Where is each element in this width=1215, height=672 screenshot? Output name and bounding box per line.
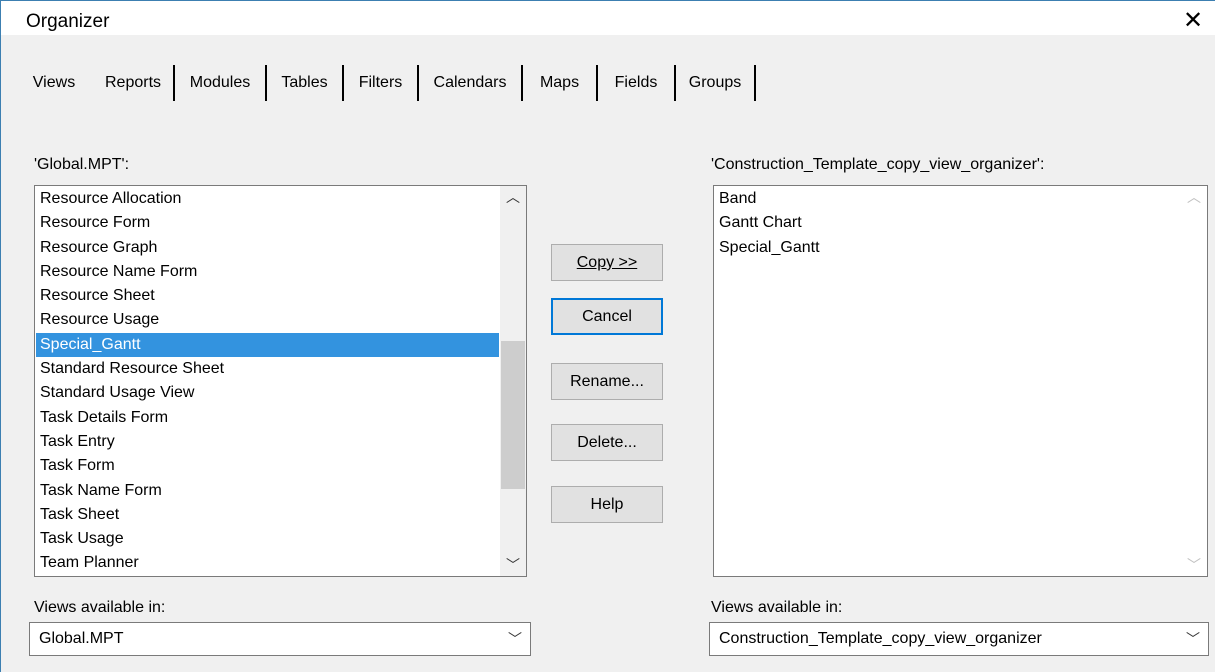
dialog-title: Organizer bbox=[26, 11, 110, 32]
organizer-dialog: Organizer ✕ Views Reports Modules Tables… bbox=[0, 0, 1215, 672]
list-item[interactable]: Task Form bbox=[36, 454, 499, 478]
list-item[interactable]: Task Usage bbox=[36, 527, 499, 551]
list-item[interactable]: Band bbox=[715, 187, 1180, 211]
list-item[interactable]: Task Name Form bbox=[36, 479, 499, 503]
cancel-button[interactable]: Cancel bbox=[551, 298, 663, 335]
chevron-down-icon[interactable]: ﹀ bbox=[1186, 623, 1200, 655]
left-available-value: Global.MPT bbox=[39, 630, 124, 647]
help-button[interactable]: Help bbox=[551, 486, 663, 523]
right-views-list[interactable]: Band Gantt Chart Special_Gantt ︿ ﹀ bbox=[713, 185, 1208, 577]
list-item[interactable]: Special_Gantt bbox=[715, 236, 1180, 260]
delete-button[interactable]: Delete... bbox=[551, 424, 663, 461]
left-list-label: 'Global.MPT': bbox=[34, 156, 130, 173]
chevron-up-icon: ︿ bbox=[1187, 189, 1201, 205]
list-item-selected[interactable]: Special_Gantt bbox=[36, 332, 499, 358]
list-item[interactable]: Resource Sheet bbox=[36, 284, 499, 308]
tab-fields[interactable]: Fields bbox=[598, 65, 676, 101]
list-item[interactable]: Resource Graph bbox=[36, 236, 499, 260]
list-item[interactable]: Resource Form bbox=[36, 211, 499, 235]
tab-filters[interactable]: Filters bbox=[344, 65, 419, 101]
chevron-down-icon: ﹀ bbox=[1187, 557, 1201, 573]
right-views-available-select[interactable]: Construction_Template_copy_view_organize… bbox=[709, 622, 1209, 656]
list-item[interactable]: Standard Resource Sheet bbox=[36, 357, 499, 381]
right-list-items: Band Gantt Chart Special_Gantt bbox=[715, 187, 1180, 260]
list-item[interactable]: Task Entry bbox=[36, 430, 499, 454]
close-icon[interactable]: ✕ bbox=[1179, 6, 1207, 35]
left-available-label: Views available in: bbox=[34, 599, 166, 616]
chevron-down-icon[interactable]: ﹀ bbox=[500, 554, 526, 576]
copy-button-label: Copy >> bbox=[576, 254, 638, 271]
right-list-label: 'Construction_Template_copy_view_organiz… bbox=[711, 156, 1045, 173]
right-available-label: Views available in: bbox=[711, 599, 843, 616]
tab-calendars[interactable]: Calendars bbox=[419, 65, 523, 101]
tab-maps[interactable]: Maps bbox=[523, 65, 598, 101]
chevron-down-icon[interactable]: ﹀ bbox=[508, 623, 522, 655]
rename-button[interactable]: Rename... bbox=[551, 363, 663, 400]
list-item[interactable]: Resource Allocation bbox=[36, 187, 499, 211]
tab-views[interactable]: Views bbox=[15, 65, 93, 101]
scrollbar-thumb[interactable] bbox=[501, 341, 525, 489]
copy-button[interactable]: Copy >> bbox=[551, 244, 663, 281]
list-item[interactable]: Gantt Chart bbox=[715, 211, 1180, 235]
chevron-up-icon[interactable]: ︿ bbox=[500, 186, 526, 208]
list-item[interactable]: Standard Usage View bbox=[36, 381, 499, 405]
tab-tables[interactable]: Tables bbox=[267, 65, 344, 101]
list-item[interactable]: Team Planner bbox=[36, 551, 499, 575]
left-list-scrollbar[interactable]: ︿ ﹀ bbox=[500, 186, 526, 576]
tab-reports[interactable]: Reports bbox=[93, 65, 175, 101]
right-available-value: Construction_Template_copy_view_organize… bbox=[719, 630, 1042, 647]
list-item[interactable]: Task Sheet bbox=[36, 503, 499, 527]
left-views-available-select[interactable]: Global.MPT ﹀ bbox=[29, 622, 531, 656]
right-list-scrollbar: ︿ ﹀ bbox=[1181, 186, 1207, 576]
left-list-items: Resource Allocation Resource Form Resour… bbox=[36, 187, 499, 576]
list-item[interactable]: Task Details Form bbox=[36, 406, 499, 430]
list-item[interactable]: Resource Name Form bbox=[36, 260, 499, 284]
list-item[interactable]: Resource Usage bbox=[36, 308, 499, 332]
tab-modules[interactable]: Modules bbox=[175, 65, 267, 101]
left-views-list[interactable]: Resource Allocation Resource Form Resour… bbox=[34, 185, 527, 577]
title-bar: Organizer ✕ bbox=[1, 1, 1215, 35]
tab-groups[interactable]: Groups bbox=[676, 65, 756, 101]
